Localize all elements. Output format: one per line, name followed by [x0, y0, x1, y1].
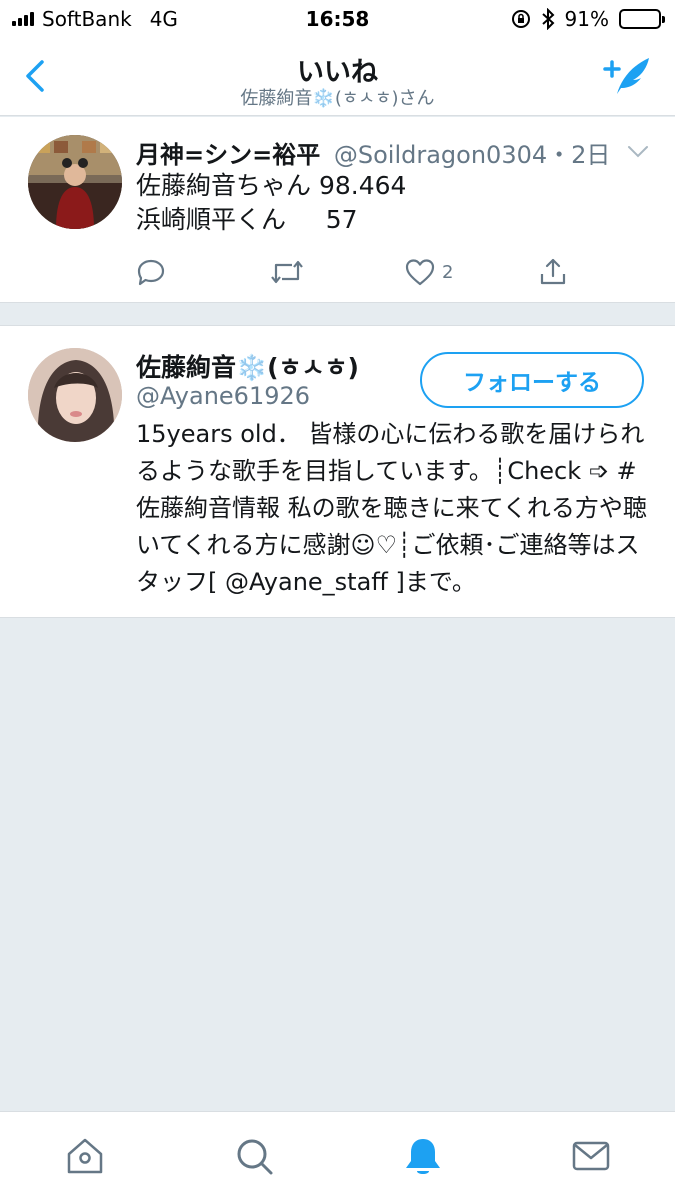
avatar-image: [28, 135, 122, 229]
compose-tweet-icon[interactable]: [603, 54, 653, 98]
bottom-tab-bar: [0, 1111, 675, 1200]
notifications-bell-icon[interactable]: [401, 1134, 445, 1178]
tweet-header: 月神=シン=裕平 @Soildragon0304・2日: [136, 135, 610, 170]
retweet-icon: [271, 260, 303, 284]
tweet-text-line: 浜崎順平くん 57: [136, 205, 358, 234]
share-icon: [540, 258, 566, 285]
nav-header: いいね 佐藤絢音❄️(ㅎㅅㅎ)さん: [0, 38, 675, 116]
tweet-timestamp: ・2日: [547, 141, 611, 169]
battery-percent: 91%: [564, 7, 609, 31]
like-button[interactable]: 2: [404, 255, 453, 289]
status-bar: SoftBank 4G 16:58 91%: [0, 0, 675, 38]
retweet-button[interactable]: [270, 255, 310, 289]
profile-bio: 15years old． 皆様の心に伝わる歌を届けられるような歌手を目指していま…: [136, 420, 647, 596]
tweet-actions: 2: [136, 255, 636, 289]
messages-envelope-icon[interactable]: [569, 1134, 613, 1178]
tweet-author-name[interactable]: 月神=シン=裕平: [136, 141, 320, 169]
battery-icon: [619, 9, 665, 29]
avatar-image: [28, 348, 122, 442]
tweet-author-handle[interactable]: @Soildragon0304: [334, 141, 547, 169]
orientation-lock-icon: [511, 10, 530, 28]
bluetooth-icon: [541, 8, 554, 30]
profile-handle[interactable]: @Ayane61926: [136, 382, 310, 410]
like-count: 2: [442, 261, 454, 283]
status-icons: 91%: [511, 7, 665, 31]
tweet-card[interactable]: 月神=シン=裕平 @Soildragon0304・2日 佐藤絢音ちゃん 98.4…: [0, 117, 675, 303]
follow-button[interactable]: フォローする: [420, 352, 644, 408]
search-icon[interactable]: [232, 1134, 276, 1178]
page-subtitle: 佐藤絢音❄️(ㅎㅅㅎ)さん: [240, 88, 435, 109]
user-profile-card[interactable]: 佐藤絢音❄️(ㅎㅅㅎ) @Ayane61926 フォローする 15years o…: [0, 325, 675, 618]
tweet-author-avatar[interactable]: [28, 135, 122, 229]
profile-name[interactable]: 佐藤絢音❄️(ㅎㅅㅎ): [136, 348, 359, 384]
profile-avatar[interactable]: [28, 348, 122, 442]
tweet-text: 佐藤絢音ちゃん 98.464 浜崎順平くん 57: [136, 169, 406, 237]
reply-button[interactable]: [136, 255, 172, 289]
chevron-down-icon[interactable]: [627, 145, 649, 159]
heart-icon: [405, 259, 435, 286]
home-icon[interactable]: [63, 1134, 107, 1178]
share-button[interactable]: [538, 255, 568, 289]
reply-icon: [137, 259, 165, 286]
tweet-text-line: 佐藤絢音ちゃん 98.464: [136, 171, 407, 200]
